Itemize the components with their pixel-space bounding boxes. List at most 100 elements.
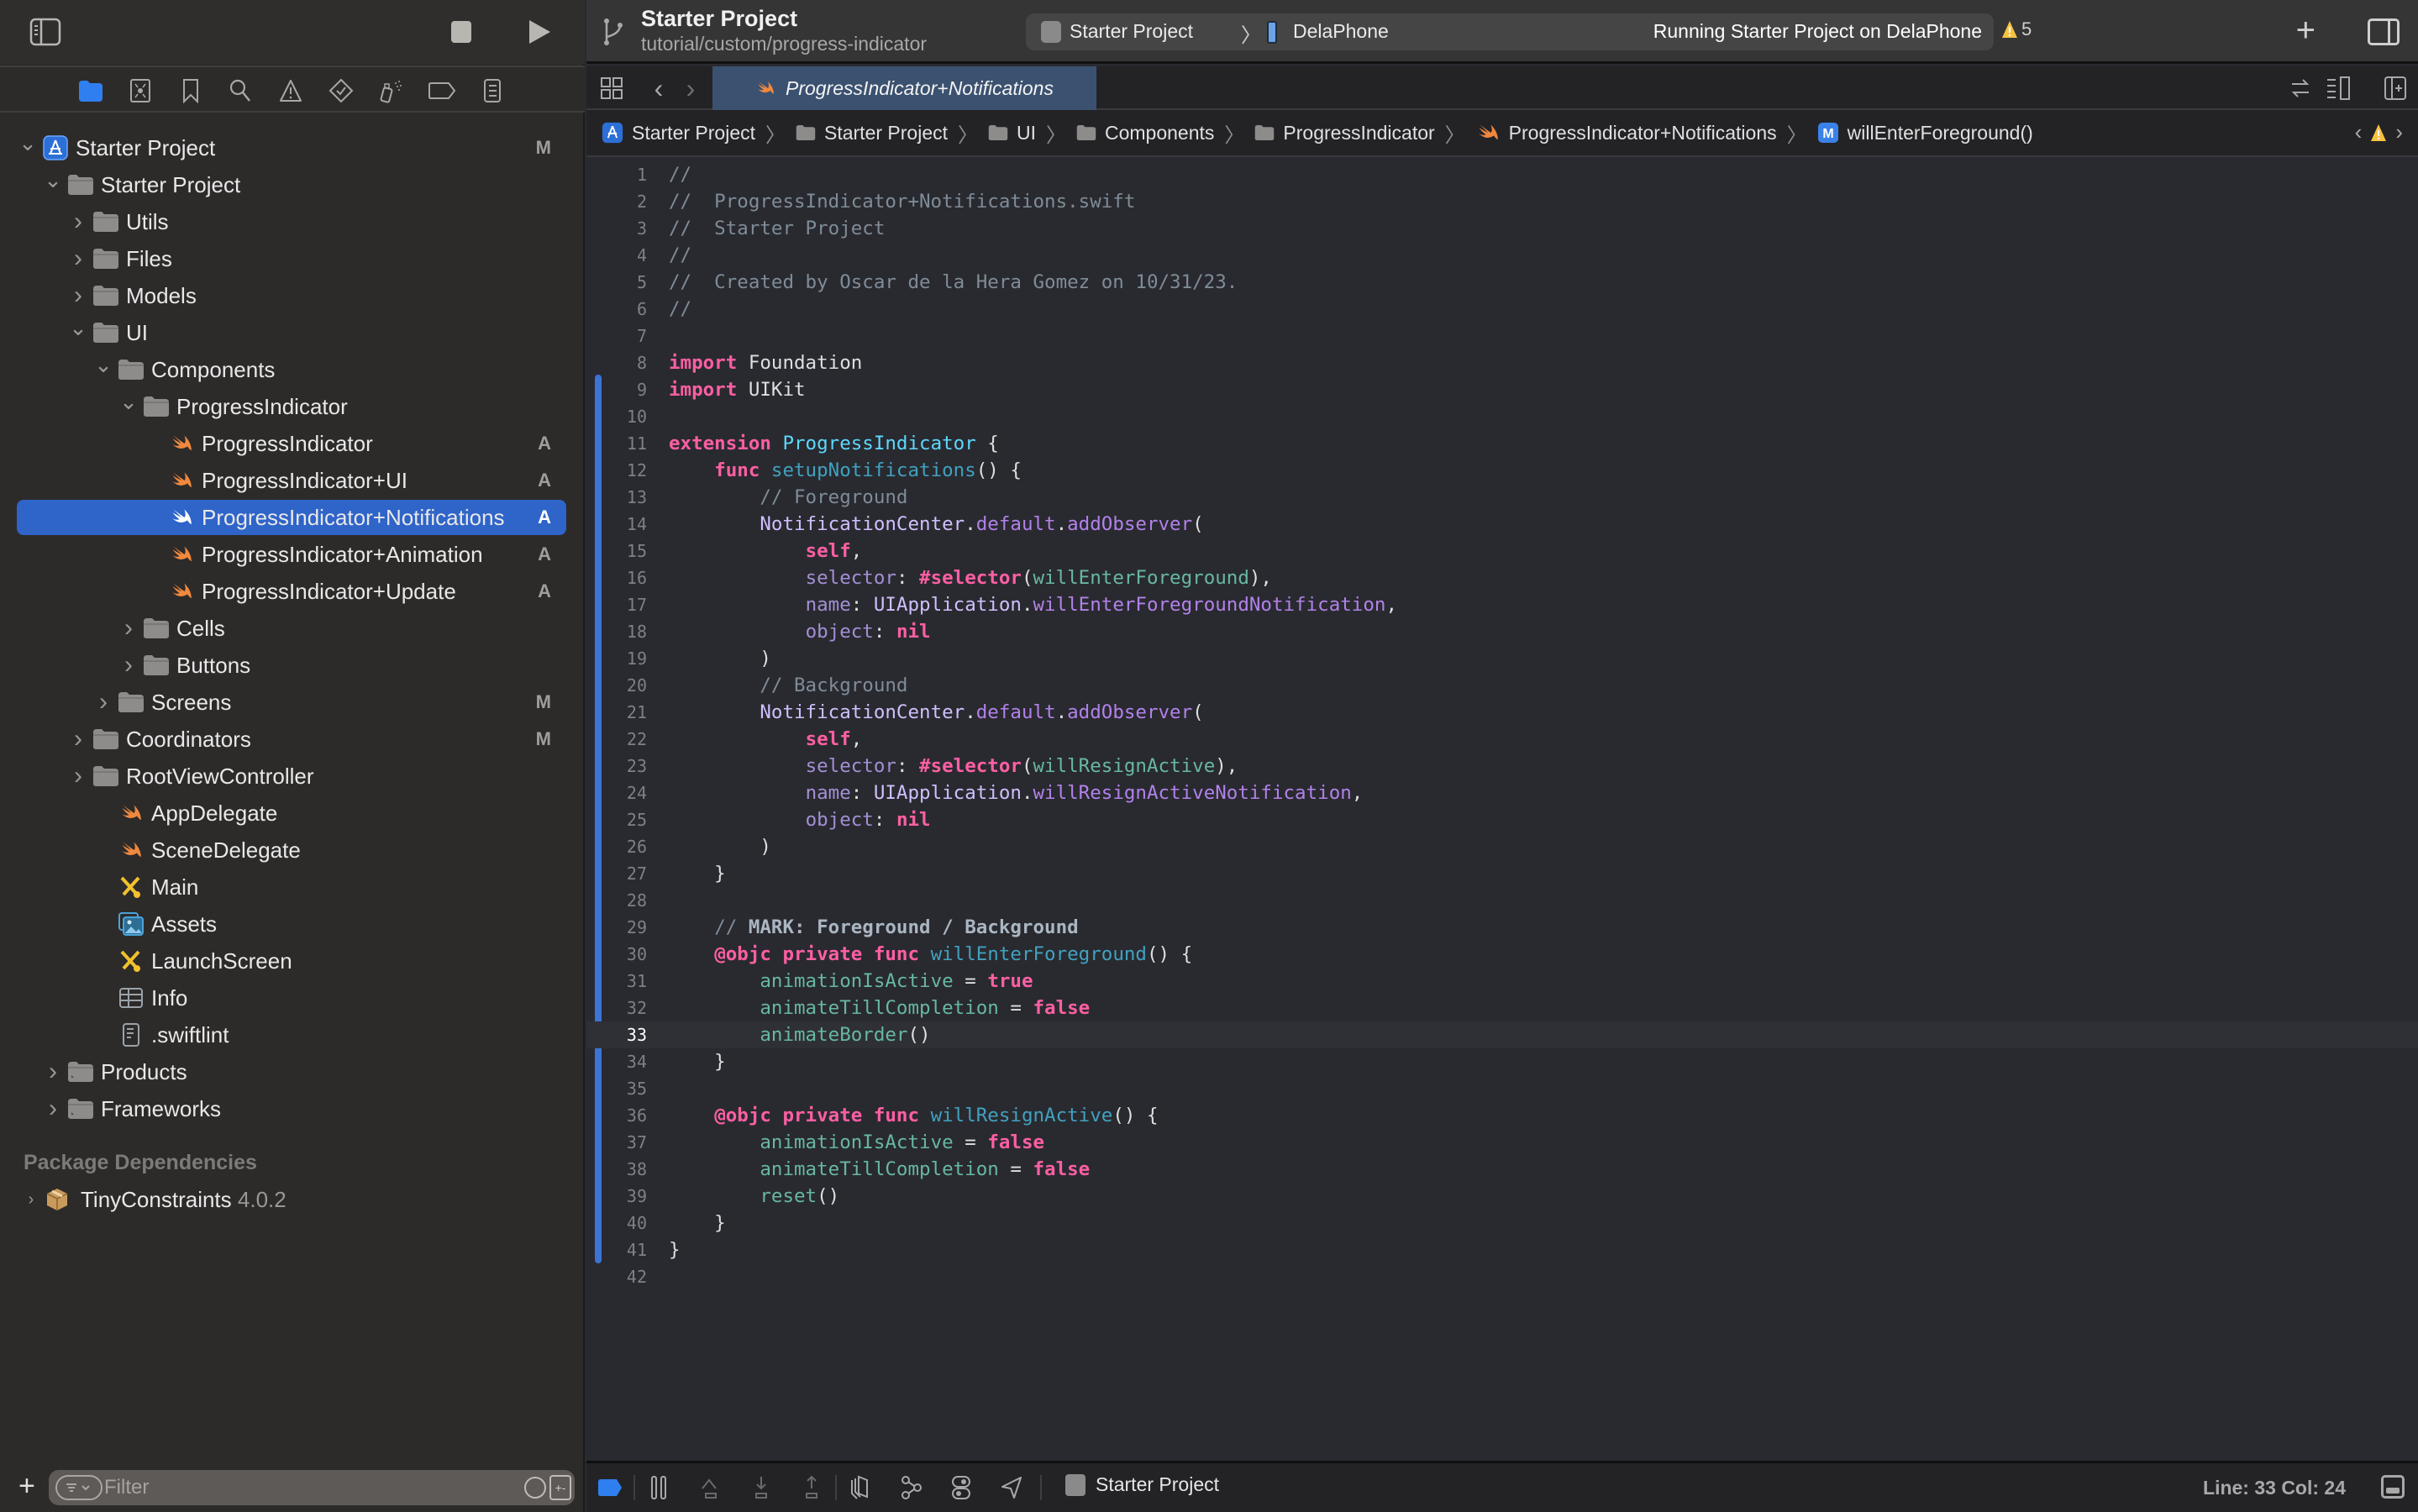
line-number[interactable]: 39	[600, 1183, 647, 1210]
tree-item-swift[interactable]: ProgressIndicator A	[0, 425, 583, 462]
line-number[interactable]: 1	[600, 161, 647, 188]
next-issue-button[interactable]: ›	[2395, 119, 2403, 145]
tree-item-folder-products[interactable]: › Frameworks	[0, 1090, 583, 1127]
toggle-sidebar-button[interactable]	[29, 15, 62, 49]
code-line[interactable]: 10	[586, 403, 2418, 430]
tree-item-folder[interactable]: ⌄ ProgressIndicator	[0, 388, 583, 425]
disclosure-down-icon[interactable]: ⌄	[119, 389, 138, 414]
back-button[interactable]: ‹	[650, 73, 667, 103]
warnings-indicator[interactable]: 5	[2001, 18, 2032, 40]
source-control-filter-icon[interactable]: +-	[549, 1475, 571, 1500]
step-out-button[interactable]	[800, 1475, 823, 1500]
code-line[interactable]: 21 NotificationCenter.default.addObserve…	[586, 699, 2418, 726]
split-editor-button[interactable]	[2383, 73, 2408, 103]
tree-item-folder[interactable]: ⌄ UI	[0, 314, 583, 351]
tree-item-folder[interactable]: › Coordinators M	[0, 721, 583, 758]
tab-source-control-navigator[interactable]	[124, 74, 157, 108]
line-number[interactable]: 27	[600, 860, 647, 887]
run-button[interactable]	[523, 15, 556, 49]
line-number[interactable]: 28	[600, 887, 647, 914]
add-file-button[interactable]: +	[18, 1470, 35, 1503]
code-line[interactable]: 29 // MARK: Foreground / Background	[586, 914, 2418, 941]
code-line[interactable]: 32 animateTillCompletion = false	[586, 995, 2418, 1021]
line-number[interactable]: 35	[600, 1075, 647, 1102]
line-number[interactable]: 29	[600, 914, 647, 941]
disclosure-right-icon[interactable]: ›	[69, 762, 87, 790]
disclosure-right-icon[interactable]: ›	[44, 1095, 62, 1122]
filter-input[interactable]	[104, 1473, 491, 1502]
tab-project-navigator[interactable]	[74, 74, 108, 108]
memory-graph-button[interactable]	[899, 1475, 923, 1500]
line-number[interactable]: 19	[600, 645, 647, 672]
stop-button[interactable]	[444, 15, 478, 49]
code-line[interactable]: 36 @objc private func willResignActive()…	[586, 1102, 2418, 1129]
environment-overrides-button[interactable]	[949, 1475, 973, 1500]
line-number[interactable]: 14	[600, 511, 647, 538]
code-line[interactable]: 24 name: UIApplication.willResignActiveN…	[586, 780, 2418, 806]
code-line[interactable]: 25 object: nil	[586, 806, 2418, 833]
disclosure-right-icon[interactable]: ›	[69, 725, 87, 753]
code-line[interactable]: 3 // Starter Project	[586, 215, 2418, 242]
add-library-button[interactable]: +	[2296, 12, 2315, 50]
tree-item-text[interactable]: .swiftlint	[0, 1016, 583, 1053]
tab-issue-navigator[interactable]	[274, 74, 308, 108]
code-line[interactable]: 42	[586, 1263, 2418, 1290]
breadcrumb-item[interactable]: Starter Project	[602, 122, 755, 144]
line-number[interactable]: 25	[600, 806, 647, 833]
line-number[interactable]: 22	[600, 726, 647, 753]
tree-item-swift[interactable]: ProgressIndicator+Notifications A	[0, 499, 583, 536]
code-line[interactable]: 30 @objc private func willEnterForegroun…	[586, 941, 2418, 968]
breadcrumb-item[interactable]: Starter Project	[796, 122, 948, 144]
line-number[interactable]: 38	[600, 1156, 647, 1183]
code-line[interactable]: 11 extension ProgressIndicator {	[586, 430, 2418, 457]
tab-report-navigator[interactable]	[476, 74, 509, 108]
line-number[interactable]: 5	[600, 269, 647, 296]
code-line[interactable]: 2 // ProgressIndicator+Notifications.swif…	[586, 188, 2418, 215]
line-number[interactable]: 7	[600, 323, 647, 349]
tree-item-assets[interactable]: Assets	[0, 906, 583, 942]
line-number[interactable]: 18	[600, 618, 647, 645]
disclosure-down-icon[interactable]: ⌄	[94, 352, 113, 377]
line-number[interactable]: 15	[600, 538, 647, 564]
line-number[interactable]: 37	[600, 1129, 647, 1156]
chevron-right-icon[interactable]: ›	[22, 1190, 40, 1209]
line-number[interactable]: 6	[600, 296, 647, 323]
simulate-location-button[interactable]	[1000, 1475, 1023, 1500]
view-hierarchy-button[interactable]	[849, 1475, 872, 1500]
code-review-button[interactable]	[2289, 73, 2312, 103]
code-line[interactable]: 41}	[586, 1236, 2418, 1263]
line-number[interactable]: 12	[600, 457, 647, 484]
device-selector[interactable]: DelaPhone	[1293, 20, 1389, 43]
tab-progressindicator-notifications[interactable]: ProgressIndicator+Notifications	[712, 66, 1096, 110]
tree-item-folder[interactable]: › Screens M	[0, 684, 583, 721]
step-over-button[interactable]	[699, 1475, 723, 1500]
pause-button[interactable]	[649, 1475, 669, 1500]
tree-item-swift[interactable]: ProgressIndicator+Update A	[0, 573, 583, 610]
code-line[interactable]: 1 //	[586, 161, 2418, 188]
code-line[interactable]: 4 //	[586, 242, 2418, 269]
line-number[interactable]: 13	[600, 484, 647, 511]
disclosure-down-icon[interactable]: ⌄	[69, 315, 87, 340]
scheme-selector[interactable]: Starter Project	[1070, 20, 1193, 43]
related-items-button[interactable]	[600, 73, 623, 103]
code-line[interactable]: 7	[586, 323, 2418, 349]
code-line[interactable]: 26 )	[586, 833, 2418, 860]
tree-item-swift[interactable]: AppDelegate	[0, 795, 583, 832]
line-number[interactable]: 40	[600, 1210, 647, 1236]
tree-item-folder[interactable]: › Cells	[0, 610, 583, 647]
branch-name[interactable]: tutorial/custom/progress-indicator	[641, 33, 927, 55]
disclosure-right-icon[interactable]: ›	[69, 281, 87, 309]
line-number[interactable]: 3	[600, 215, 647, 242]
tree-item-folder[interactable]: › Models	[0, 277, 583, 314]
tree-item-folder[interactable]: › RootViewController	[0, 758, 583, 795]
toggle-debug-area-button[interactable]	[2381, 1475, 2405, 1499]
tab-test-navigator[interactable]	[324, 74, 358, 108]
line-number[interactable]: 31	[600, 968, 647, 995]
code-line[interactable]: 12 func setupNotifications() {	[586, 457, 2418, 484]
line-number[interactable]: 16	[600, 564, 647, 591]
previous-issue-button[interactable]: ‹	[2355, 119, 2363, 145]
disclosure-right-icon[interactable]: ›	[69, 244, 87, 272]
disclosure-right-icon[interactable]: ›	[94, 688, 113, 716]
breadcrumb-item[interactable]: Components	[1076, 122, 1214, 144]
line-number[interactable]: 24	[600, 780, 647, 806]
